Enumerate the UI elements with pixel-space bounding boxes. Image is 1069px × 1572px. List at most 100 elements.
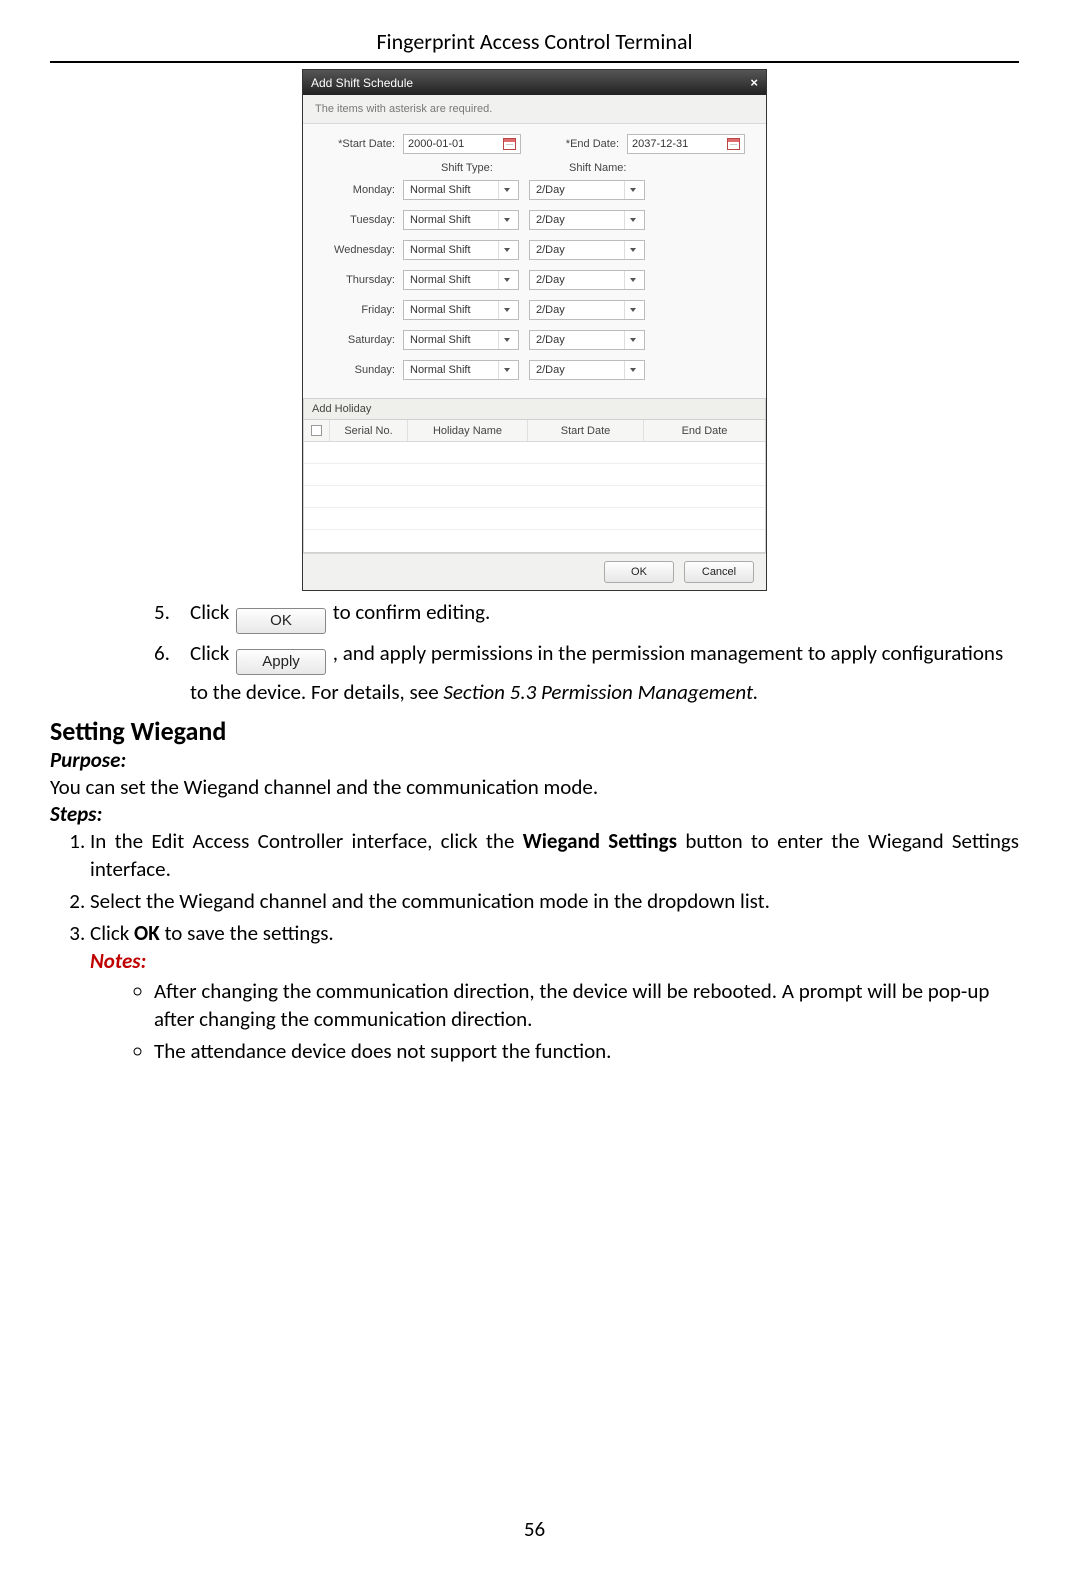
day-label: Saturday: [313, 334, 403, 346]
day-row: Wednesday:Normal Shift2/Day [313, 240, 756, 260]
list-item: Select the Wiegand channel and the commu… [90, 887, 1019, 915]
shift-name-select[interactable]: 2/Day [529, 210, 645, 230]
chevron-down-icon [624, 331, 640, 349]
day-row: Friday: Normal Shift 2/Day [313, 300, 756, 320]
col-holiday-name: Holiday Name [408, 420, 528, 441]
shift-name-select[interactable]: 2/Day [529, 360, 645, 380]
list-item: In the Edit Access Controller interface,… [90, 827, 1019, 883]
shift-type-select[interactable]: Normal Shift [403, 240, 519, 260]
chevron-down-icon [498, 181, 514, 199]
table-row [304, 442, 765, 464]
shift-type-select[interactable]: Normal Shift [403, 300, 519, 320]
shift-type-value: Normal Shift [410, 214, 471, 226]
shift-type-value: Normal Shift [410, 304, 471, 316]
purpose-text: You can set the Wiegand channel and the … [50, 773, 1019, 801]
shift-type-value: Normal Shift [410, 334, 471, 346]
shift-name-select[interactable]: 2/Day [529, 180, 645, 200]
dialog-notice: The items with asterisk are required. [303, 95, 766, 124]
page-number: 56 [50, 1496, 1019, 1542]
shift-name-value: 2/Day [536, 274, 565, 286]
steps-label: Steps: [50, 801, 1019, 827]
dialog-title: Add Shift Schedule [311, 76, 413, 90]
shift-name-select[interactable]: 2/Day [529, 300, 645, 320]
shift-type-value: Normal Shift [410, 364, 471, 376]
day-row: Tuesday: Normal Shift 2/Day [313, 210, 756, 230]
dialog-screenshot: Add Shift Schedule × The items with aste… [50, 69, 1019, 591]
start-date-label: *Start Date: [313, 138, 403, 150]
day-label: Monday: [313, 184, 403, 196]
step-number: 6. [154, 636, 190, 709]
col-end-date: End Date [644, 420, 765, 441]
start-date-value: 2000-01-01 [408, 138, 464, 150]
chevron-down-icon [498, 241, 514, 259]
section-reference: Section 5.3 Permission Management. [443, 679, 758, 705]
shift-type-select[interactable]: Normal Shift [403, 360, 519, 380]
dialog-cancel-button[interactable]: Cancel [684, 561, 754, 583]
shift-name-value: 2/Day [536, 214, 565, 226]
shift-type-select[interactable]: Normal Shift [403, 330, 519, 350]
text: Click [90, 920, 134, 946]
chevron-down-icon [624, 181, 640, 199]
shift-type-value: Normal Shift [410, 244, 471, 256]
shift-type-select[interactable]: Normal Shift [403, 270, 519, 290]
day-label: Friday: [313, 304, 403, 316]
step-body: Click Apply , and apply permissions in t… [190, 636, 1019, 709]
shift-type-select[interactable]: Normal Shift [403, 180, 519, 200]
chevron-down-icon [498, 331, 514, 349]
text-bold: Wiegand Settings [523, 828, 677, 854]
end-date-input[interactable]: 2037-12-31 [627, 134, 745, 154]
calendar-icon[interactable] [727, 138, 740, 150]
text: to confirm editing. [333, 599, 491, 625]
ok-button-inline[interactable]: OK [236, 608, 326, 634]
add-holiday-header: Add Holiday [303, 398, 766, 420]
text-bold: OK [134, 920, 160, 946]
table-row [304, 486, 765, 508]
shift-name-value: 2/Day [536, 244, 565, 256]
chevron-down-icon [498, 361, 514, 379]
list-item: After changing the communication directi… [154, 977, 1019, 1033]
calendar-icon[interactable] [503, 138, 516, 150]
text: to save the settings. [164, 920, 333, 946]
shift-name-select[interactable]: 2/Day [529, 270, 645, 290]
col-serial: Serial No. [330, 420, 408, 441]
shift-name-value: 2/Day [536, 304, 565, 316]
end-date-value: 2037-12-31 [632, 138, 688, 150]
select-all-checkbox[interactable] [311, 425, 322, 436]
shift-name-value: 2/Day [536, 364, 565, 376]
day-row: Thursday: Normal Shift 2/Day [313, 270, 756, 290]
section-heading: Setting Wiegand [50, 715, 1019, 747]
shift-name-header: Shift Name: [531, 162, 626, 174]
shift-name-select[interactable]: 2/Day [529, 330, 645, 350]
step-number: 5. [154, 595, 190, 634]
shift-type-value: Normal Shift [410, 274, 471, 286]
shift-type-header: Shift Type: [313, 162, 531, 174]
chevron-down-icon [498, 271, 514, 289]
text: In the Edit Access Controller interface,… [90, 828, 523, 854]
shift-name-select[interactable]: 2/Day [529, 240, 645, 260]
chevron-down-icon [624, 361, 640, 379]
shift-name-value: 2/Day [536, 334, 565, 346]
close-icon[interactable]: × [750, 75, 758, 90]
dialog-ok-button[interactable]: OK [604, 561, 674, 583]
day-label: Sunday: [313, 364, 403, 376]
page-header: Fingerprint Access Control Terminal [50, 28, 1019, 63]
shift-type-value: Normal Shift [410, 184, 471, 196]
purpose-label: Purpose: [50, 747, 1019, 773]
shift-type-select[interactable]: Normal Shift [403, 210, 519, 230]
apply-button-inline[interactable]: Apply [236, 649, 326, 675]
day-label: Tuesday: [313, 214, 403, 226]
day-row: Saturday: Normal Shift 2/Day [313, 330, 756, 350]
chevron-down-icon [624, 241, 640, 259]
chevron-down-icon [498, 211, 514, 229]
end-date-label: *End Date: [547, 138, 627, 150]
day-row: Sunday: Normal Shift 2/Day [313, 360, 756, 380]
table-row [304, 464, 765, 486]
start-date-input[interactable]: 2000-01-01 [403, 134, 521, 154]
notes-label: Notes: [90, 947, 1019, 975]
day-label: Thursday: [313, 274, 403, 286]
table-row [304, 530, 765, 552]
list-item: Click OK to save the settings. Notes: Af… [90, 919, 1019, 1065]
list-item: The attendance device does not support t… [154, 1037, 1019, 1065]
chevron-down-icon [624, 301, 640, 319]
holiday-table: Serial No. Holiday Name Start Date End D… [303, 420, 766, 553]
